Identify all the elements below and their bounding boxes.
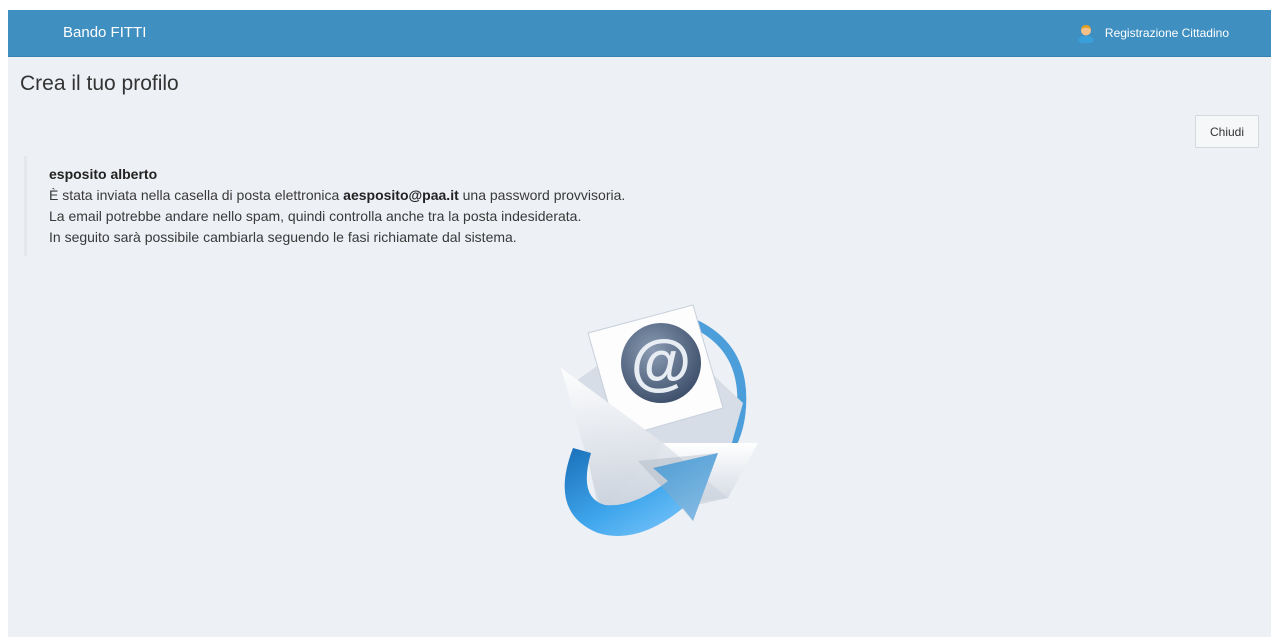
message-line-1-start: È stata inviata nella casella di posta e… (49, 187, 344, 203)
message-line-1: È stata inviata nella casella di posta e… (49, 185, 829, 206)
top-navbar: Bando FITTI Registrazione Cittadino (8, 10, 1271, 57)
user-email: aesposito@paa.it (343, 187, 459, 203)
brand-link[interactable]: Bando FITTI (63, 10, 146, 56)
message-line-3: In seguito sarà possibile cambiarla segu… (49, 229, 517, 245)
close-button[interactable]: Chiudi (1195, 115, 1259, 148)
app-frame: Bando FITTI Registrazione Cittadino Crea… (8, 10, 1271, 637)
user-menu[interactable]: Registrazione Cittadino (1077, 10, 1229, 56)
message-line-2: La email potrebbe andare nello spam, qui… (49, 208, 582, 224)
user-avatar-icon (1077, 23, 1095, 43)
confirmation-message: esposito alberto È stata inviata nella c… (24, 156, 829, 256)
user-name: esposito alberto (49, 166, 158, 182)
user-menu-label: Registrazione Cittadino (1104, 26, 1229, 40)
message-line-1-end: una password provvisoria. (458, 187, 626, 203)
at-symbol: @ (631, 328, 691, 397)
email-sent-icon: @ (543, 293, 763, 543)
page-title: Crea il tuo profilo (20, 72, 179, 95)
